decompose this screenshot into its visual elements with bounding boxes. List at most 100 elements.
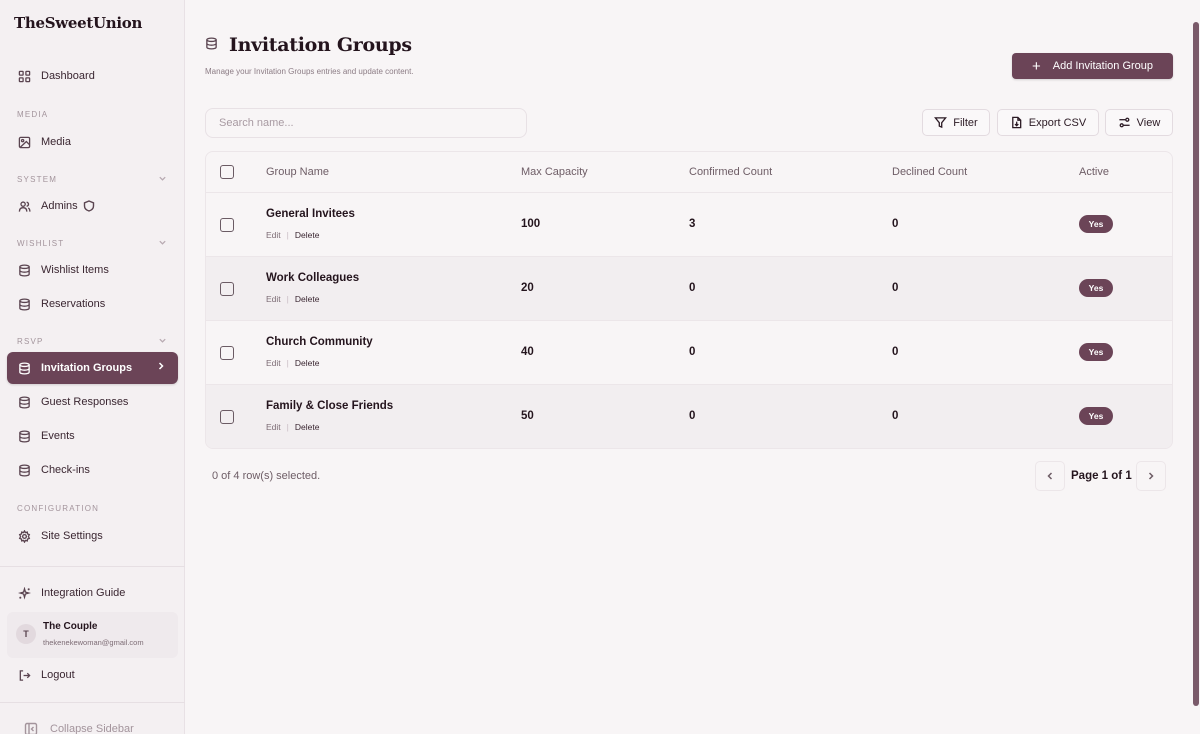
chevron-down-icon — [158, 336, 167, 347]
delete-link[interactable]: Delete — [295, 294, 320, 304]
database-icon — [17, 395, 31, 409]
database-icon — [17, 263, 31, 277]
chevron-right-icon — [156, 361, 166, 374]
table-row[interactable]: Work Colleagues Edit | Delete 20 0 0 Yes — [206, 257, 1172, 321]
edit-link[interactable]: Edit — [266, 358, 281, 368]
delete-link[interactable]: Delete — [295, 422, 320, 432]
search-input[interactable] — [205, 108, 527, 138]
collapse-label: Collapse Sidebar — [50, 723, 134, 734]
sidebar: TheSweetUnion Dashboard MEDIA Media SYST… — [0, 0, 185, 734]
declined-count: 0 — [892, 218, 899, 230]
row-actions: Edit | Delete — [266, 294, 319, 304]
data-table: Group Name Max Capacity Confirmed Count … — [205, 151, 1173, 449]
column-header-group-name[interactable]: Group Name — [266, 166, 329, 178]
row-actions: Edit | Delete — [266, 230, 319, 240]
group-name: General Invitees — [266, 208, 355, 220]
sidebar-item-label: Admins — [41, 200, 78, 212]
edit-link[interactable]: Edit — [266, 230, 281, 240]
section-label-wishlist[interactable]: WISHLIST — [17, 239, 167, 248]
max-capacity: 40 — [521, 346, 534, 358]
database-icon — [205, 37, 218, 55]
scrollbar-track[interactable] — [1192, 0, 1200, 734]
sidebar-item-dashboard[interactable]: Dashboard — [7, 60, 178, 92]
row-checkbox[interactable] — [220, 346, 234, 360]
group-name: Work Colleagues — [266, 272, 360, 284]
column-header-active[interactable]: Active — [1079, 166, 1109, 178]
sidebar-item-reservations[interactable]: Reservations — [7, 288, 178, 320]
database-icon — [17, 361, 31, 375]
chevron-right-icon — [1148, 472, 1154, 480]
sidebar-divider — [0, 566, 185, 567]
filter-icon — [934, 117, 948, 129]
section-label-text: RSVP — [17, 337, 44, 346]
column-header-max-capacity[interactable]: Max Capacity — [521, 166, 588, 178]
filter-label: Filter — [953, 116, 978, 129]
chevron-down-icon — [158, 238, 167, 249]
table-row[interactable]: Family & Close Friends Edit | Delete 50 … — [206, 385, 1172, 448]
max-capacity: 100 — [521, 218, 541, 230]
previous-page-button[interactable] — [1035, 461, 1065, 491]
column-header-declined-count[interactable]: Declined Count — [892, 166, 967, 178]
sidebar-item-wishlist-items[interactable]: Wishlist Items — [7, 254, 178, 286]
max-capacity: 20 — [521, 282, 534, 294]
section-label-system[interactable]: SYSTEM — [17, 175, 167, 184]
logout-button[interactable]: Logout — [7, 659, 178, 691]
sidebar-item-label: Reservations — [41, 298, 106, 310]
brand-logo[interactable]: TheSweetUnion — [14, 14, 142, 32]
section-label-rsvp[interactable]: RSVP — [17, 337, 167, 346]
delete-link[interactable]: Delete — [295, 230, 320, 240]
status-badge: Yes — [1079, 279, 1113, 297]
user-email: thekenekewoman@gmail.com — [43, 638, 144, 647]
row-actions: Edit | Delete — [266, 358, 319, 368]
sidebar-item-label: Invitation Groups — [41, 362, 133, 374]
section-label-configuration: CONFIGURATION — [17, 504, 100, 513]
page-title: Invitation Groups — [229, 34, 412, 56]
declined-count: 0 — [892, 282, 899, 294]
sidebar-item-invitation-groups[interactable]: Invitation Groups — [7, 352, 178, 384]
export-label: Export CSV — [1028, 116, 1087, 129]
sidebar-item-checkins[interactable]: Check-ins — [7, 454, 178, 486]
confirmed-count: 3 — [689, 218, 696, 230]
edit-link[interactable]: Edit — [266, 422, 281, 432]
sidebar-item-label: Integration Guide — [41, 587, 126, 599]
delete-link[interactable]: Delete — [295, 358, 320, 368]
chevron-down-icon — [158, 174, 167, 185]
table-row[interactable]: General Invitees Edit | Delete 100 3 0 Y… — [206, 193, 1172, 257]
scrollbar-thumb[interactable] — [1193, 22, 1199, 706]
sidebar-item-events[interactable]: Events — [7, 420, 178, 452]
action-separator: | — [286, 294, 289, 304]
add-button-label: Add Invitation Group — [1052, 60, 1154, 72]
export-csv-button[interactable]: Export CSV — [997, 109, 1099, 136]
collapse-sidebar-button[interactable]: Collapse Sidebar — [24, 722, 134, 734]
table-header: Group Name Max Capacity Confirmed Count … — [206, 152, 1172, 193]
add-invitation-group-button[interactable]: + Add Invitation Group — [1012, 53, 1173, 79]
file-export-icon — [1011, 116, 1022, 129]
sidebar-item-guest-responses[interactable]: Guest Responses — [7, 386, 178, 418]
sidebar-item-integration-guide[interactable]: Integration Guide — [7, 577, 178, 609]
sidebar-item-site-settings[interactable]: Site Settings — [7, 520, 178, 552]
column-header-confirmed-count[interactable]: Confirmed Count — [689, 166, 772, 178]
user-card[interactable]: T The Couple thekenekewoman@gmail.com — [7, 612, 178, 658]
row-checkbox[interactable] — [220, 218, 234, 232]
confirmed-count: 0 — [689, 346, 696, 358]
sidebar-item-media[interactable]: Media — [7, 126, 178, 158]
sidebar-item-admins[interactable]: Admins — [7, 190, 178, 222]
row-checkbox[interactable] — [220, 410, 234, 424]
sparkles-icon — [17, 586, 31, 600]
database-icon — [17, 463, 31, 477]
sidebar-item-label: Media — [41, 136, 71, 148]
panel-left-icon — [24, 722, 38, 734]
table-row[interactable]: Church Community Edit | Delete 40 0 0 Ye… — [206, 321, 1172, 385]
sidebar-item-label: Site Settings — [41, 530, 103, 542]
filter-button[interactable]: Filter — [922, 109, 990, 136]
next-page-button[interactable] — [1136, 461, 1166, 491]
declined-count: 0 — [892, 346, 899, 358]
action-separator: | — [286, 230, 289, 240]
view-label: View — [1136, 116, 1161, 129]
sidebar-item-label: Logout — [41, 669, 75, 681]
edit-link[interactable]: Edit — [266, 294, 281, 304]
row-checkbox[interactable] — [220, 282, 234, 296]
action-separator: | — [286, 358, 289, 368]
view-button[interactable]: View — [1105, 109, 1173, 136]
select-all-checkbox[interactable] — [220, 165, 234, 179]
